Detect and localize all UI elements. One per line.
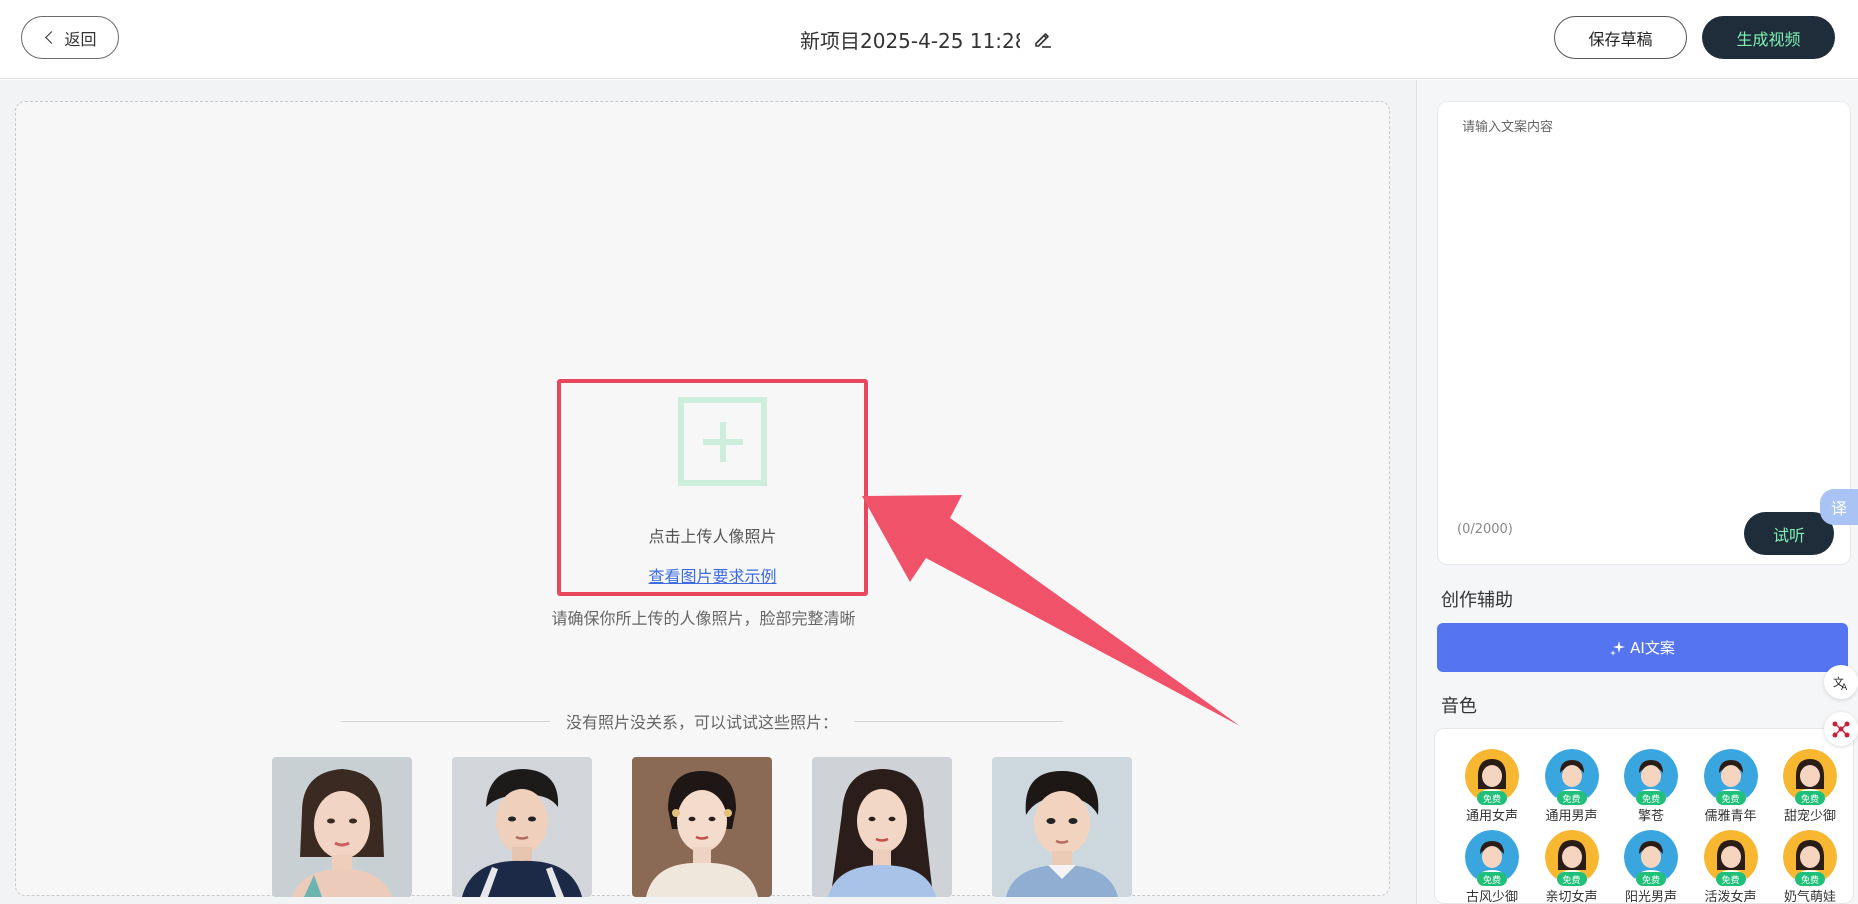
voice-list: 免费 通用女声 免费 通用男声 免费 擎苍 免费 儒雅青年 免费 甜宠少御 免费 古风少御 免费 亲切女声… <box>1434 728 1854 904</box>
free-badge: 免费 <box>1636 872 1666 886</box>
free-badge: 免费 <box>1715 872 1746 886</box>
free-badge: 免费 <box>1795 791 1825 805</box>
voice-name: 亲切女声 <box>1545 890 1598 904</box>
free-badge: 免费 <box>1556 872 1587 886</box>
voice-name: 活泼女声 <box>1704 890 1757 904</box>
samples-divider-text: 没有照片没关系，可以试试这些照片： <box>566 713 839 732</box>
voice-item[interactable]: 免费 古风少御 <box>1457 826 1527 904</box>
generate-video-button[interactable]: 生成视频 <box>1702 16 1835 59</box>
upload-hint: 请确保你所上传的人像照片，脸部完整清晰 <box>551 609 856 628</box>
voice-name: 阳光男声 <box>1624 890 1677 904</box>
view-example-link[interactable]: 查看图片要求示例 <box>561 563 864 587</box>
sample-photo-2[interactable] <box>452 757 592 897</box>
voice-title: 音色 <box>1441 696 1477 717</box>
voice-name: 通用女声 <box>1465 809 1518 824</box>
voice-name: 擎苍 <box>1637 809 1664 824</box>
sample-photo-5[interactable] <box>992 757 1132 897</box>
free-badge: 免费 <box>1477 872 1507 886</box>
voice-name: 甜宠少御 <box>1783 809 1836 824</box>
sample-photos <box>272 757 1142 897</box>
voice-item[interactable]: 免费 亲切女声 <box>1537 826 1607 904</box>
free-badge: 免费 <box>1477 791 1507 805</box>
back-button-label: 返回 <box>64 29 97 49</box>
workspace: 点击上传人像照片 查看图片要求示例 请确保你所上传的人像照片，脸部完整清晰 没有… <box>0 80 1416 904</box>
voice-item[interactable]: 免费 甜宠少御 <box>1775 745 1845 825</box>
divider-line-right <box>854 720 1064 722</box>
save-draft-button[interactable]: 保存草稿 <box>1554 16 1687 59</box>
voice-item[interactable]: 免费 通用女声 <box>1457 745 1527 825</box>
free-badge: 免费 <box>1556 791 1587 805</box>
voice-item[interactable]: 免费 儒雅青年 <box>1696 745 1766 825</box>
svg-text:A: A <box>1841 683 1848 691</box>
voice-name: 通用男声 <box>1545 809 1598 824</box>
sparkle-icon <box>1610 640 1626 656</box>
sample-photo-1[interactable] <box>272 757 412 897</box>
char-counter: (0/2000) <box>1457 522 1513 537</box>
ai-copy-button[interactable]: AI文案 <box>1437 623 1848 672</box>
portrait-man-1-icon <box>452 757 592 897</box>
translate-tab[interactable]: 译 <box>1820 489 1858 525</box>
free-badge: 免费 <box>1795 872 1825 886</box>
top-bar: 返回 新项目2025-4-25 11:28: 保存草稿 生成视频 <box>0 0 1858 79</box>
portrait-woman-1-icon <box>272 757 412 897</box>
upload-photo-area[interactable]: 点击上传人像照片 查看图片要求示例 <box>557 379 868 596</box>
plus-icon <box>678 397 767 486</box>
voice-name: 奶气萌娃 <box>1783 890 1836 904</box>
portrait-boy-icon <box>992 757 1132 897</box>
project-title: 新项目2025-4-25 11:28: <box>800 28 1020 53</box>
voice-name: 古风少御 <box>1465 890 1518 904</box>
divider-line-left <box>341 720 550 722</box>
portrait-woman-3-icon <box>812 757 952 897</box>
voice-name: 儒雅青年 <box>1704 809 1757 824</box>
assist-title: 创作辅助 <box>1441 590 1513 611</box>
free-badge: 免费 <box>1636 791 1666 805</box>
script-editor: (0/2000) 试听 <box>1437 101 1851 565</box>
translate-icon[interactable]: 文A <box>1824 665 1858 699</box>
upload-canvas: 点击上传人像照片 查看图片要求示例 请确保你所上传的人像照片，脸部完整清晰 没有… <box>15 101 1390 897</box>
project-title-area: 新项目2025-4-25 11:28: <box>800 22 1054 56</box>
ai-copy-label: AI文案 <box>1630 639 1675 657</box>
voice-item[interactable]: 免费 通用男声 <box>1537 745 1607 825</box>
samples-divider: 没有照片没关系，可以试试这些照片： <box>341 709 1064 733</box>
edit-pencil-icon[interactable] <box>1032 28 1054 50</box>
portrait-woman-2-icon <box>632 757 772 897</box>
upload-label: 点击上传人像照片 <box>648 527 777 546</box>
voice-item[interactable]: 免费 活泼女声 <box>1696 826 1766 904</box>
sample-photo-4[interactable] <box>812 757 952 897</box>
voice-item[interactable]: 免费 擎苍 <box>1616 745 1686 825</box>
back-button[interactable]: 返回 <box>21 16 119 59</box>
voice-item[interactable]: 免费 阳光男声 <box>1616 826 1686 904</box>
chevron-left-icon <box>45 31 59 44</box>
right-panel: (0/2000) 试听 创作辅助 AI文案 音色 免费通用女声免费通用男声免费擎… <box>1416 80 1858 904</box>
sample-photo-3[interactable] <box>632 757 772 897</box>
voice-item[interactable]: 免费 奶气萌娃 <box>1775 826 1845 904</box>
network-icon[interactable] <box>1824 712 1858 746</box>
script-input[interactable] <box>1462 116 1832 496</box>
listen-button[interactable]: 试听 <box>1744 512 1834 555</box>
free-badge: 免费 <box>1715 791 1746 805</box>
